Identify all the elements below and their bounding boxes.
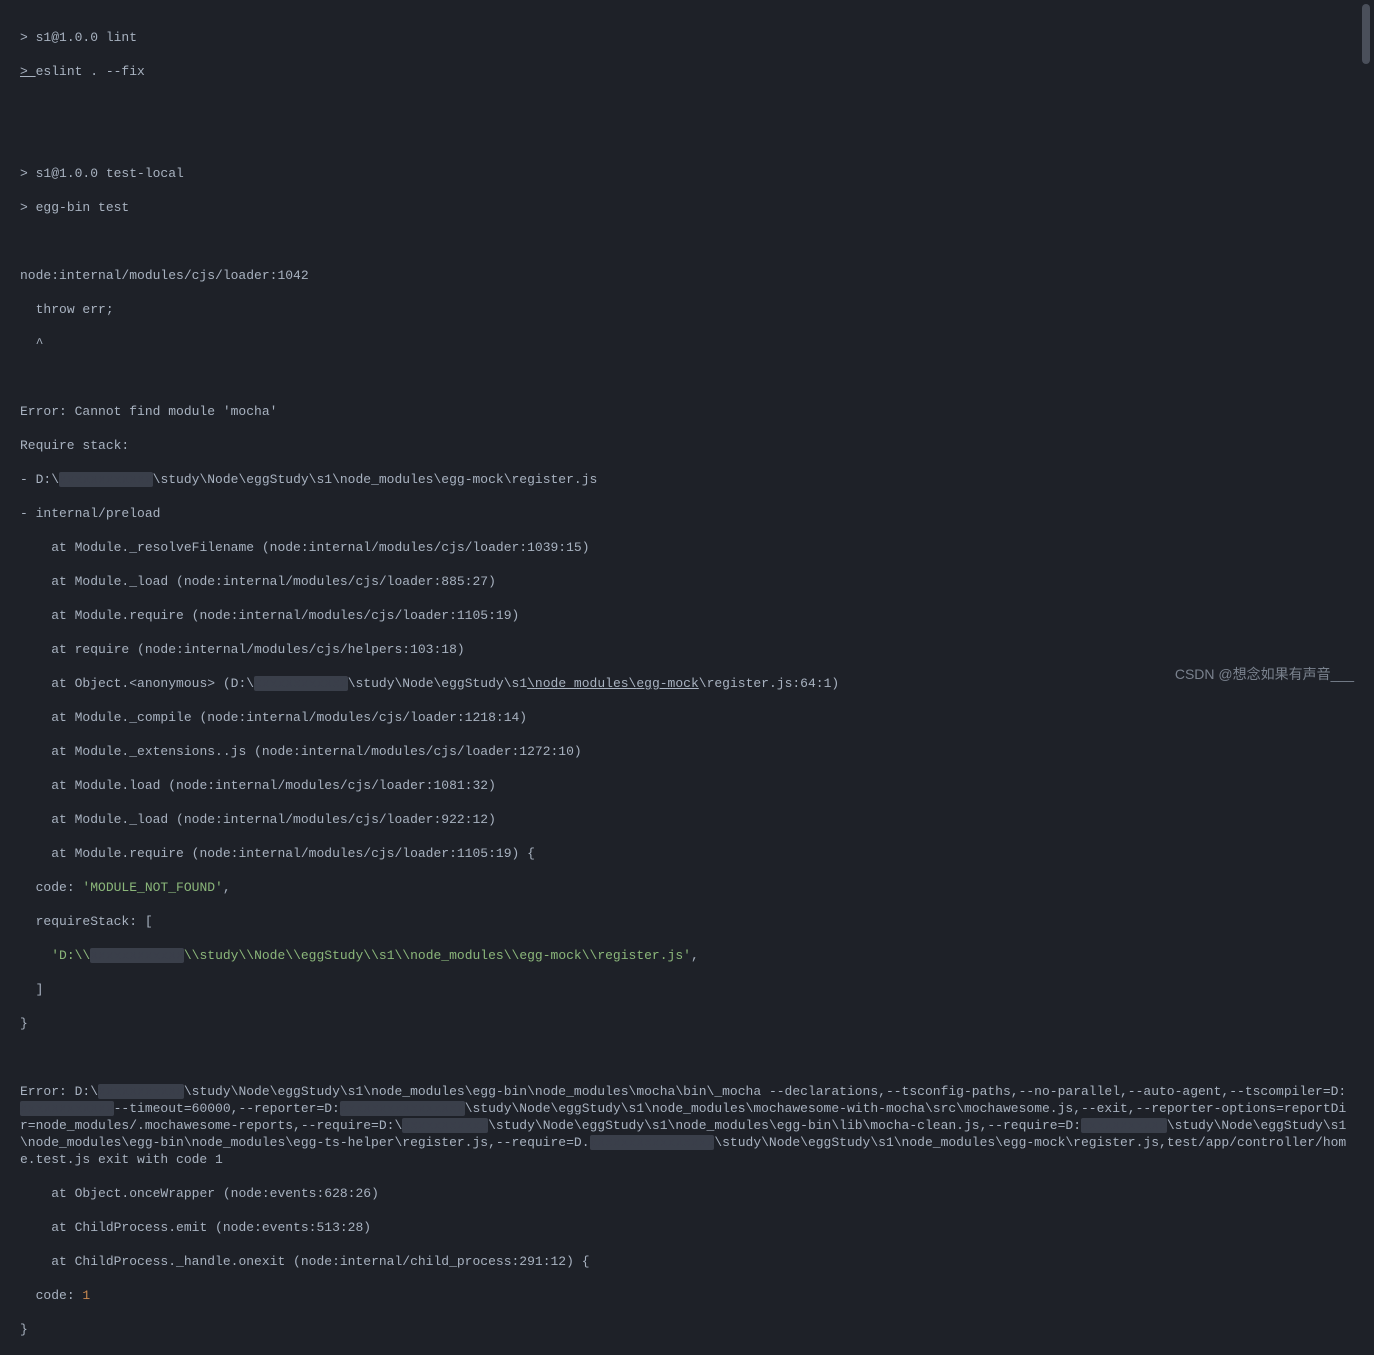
masked-path: xxxxxxxxxxxxxxxx bbox=[590, 1135, 715, 1150]
masked-path: xxxxxxxxxxx bbox=[98, 1084, 184, 1099]
cmd-line: > s1@1.0.0 lint bbox=[20, 29, 1354, 46]
stack-trace: at Module._extensions..js (node:internal… bbox=[20, 743, 1354, 760]
require-stack-close: ] bbox=[20, 981, 1354, 998]
stack-trace: at ChildProcess.emit (node:events:513:28… bbox=[20, 1219, 1354, 1236]
stack-trace: at Module._load (node:internal/modules/c… bbox=[20, 811, 1354, 828]
throw-line: throw err; bbox=[20, 301, 1354, 318]
stack-trace: at Module._load (node:internal/modules/c… bbox=[20, 573, 1354, 590]
stack-path: - internal/preload bbox=[20, 505, 1354, 522]
stack-trace: at Module.load (node:internal/modules/cj… bbox=[20, 777, 1354, 794]
error-code: code: 1 bbox=[20, 1287, 1354, 1304]
error-message: Error: Cannot find module 'mocha' bbox=[20, 403, 1354, 420]
scrollbar-thumb[interactable] bbox=[1362, 4, 1370, 64]
masked-path: xxxxxxxxxxx bbox=[402, 1118, 488, 1133]
cmd-line: > s1@1.0.0 test-local bbox=[20, 165, 1354, 182]
masked-path: xxxxxxxxxxxxxxxx bbox=[340, 1101, 465, 1116]
masked-path: xxxxxxxxxxxx bbox=[254, 676, 348, 691]
brace-close: } bbox=[20, 1321, 1354, 1338]
require-stack-item: 'D:\\xxxxxxxxxxxx\\study\\Node\\eggStudy… bbox=[20, 947, 1354, 964]
cmd-line: > eslint . --fix bbox=[20, 63, 1354, 80]
stack-trace: at Object.<anonymous> (D:\xxxxxxxxxxxx\s… bbox=[20, 675, 1354, 692]
cmd-line: > egg-bin test bbox=[20, 199, 1354, 216]
masked-path: xxxxxxxxxxxx bbox=[20, 1101, 114, 1116]
stack-trace: at require (node:internal/modules/cjs/he… bbox=[20, 641, 1354, 658]
stack-trace: at Module.require (node:internal/modules… bbox=[20, 607, 1354, 624]
brace-close: } bbox=[20, 1015, 1354, 1032]
stack-trace: at Object.onceWrapper (node:events:628:2… bbox=[20, 1185, 1354, 1202]
stack-path: - D:\xxxxxxxxxxxx\study\Node\eggStudy\s1… bbox=[20, 471, 1354, 488]
stack-trace: at Module.require (node:internal/modules… bbox=[20, 845, 1354, 862]
terminal-output: > s1@1.0.0 lint > eslint . --fix > s1@1.… bbox=[20, 12, 1354, 1355]
caret-line: ^ bbox=[20, 335, 1354, 352]
watermark-text: CSDN @想念如果有声音___ bbox=[1175, 666, 1354, 683]
error-long: Error: D:\xxxxxxxxxxx\study\Node\eggStud… bbox=[20, 1083, 1354, 1168]
error-code: code: 'MODULE_NOT_FOUND', bbox=[20, 879, 1354, 896]
loader-line: node:internal/modules/cjs/loader:1042 bbox=[20, 267, 1354, 284]
masked-path: xxxxxxxxxxx bbox=[1081, 1118, 1167, 1133]
masked-path: xxxxxxxxxxxx bbox=[59, 472, 153, 487]
stack-trace: at ChildProcess._handle.onexit (node:int… bbox=[20, 1253, 1354, 1270]
require-stack-label: Require stack: bbox=[20, 437, 1354, 454]
masked-path: xxxxxxxxxxxx bbox=[90, 948, 184, 963]
require-stack-open: requireStack: [ bbox=[20, 913, 1354, 930]
stack-trace: at Module._resolveFilename (node:interna… bbox=[20, 539, 1354, 556]
stack-trace: at Module._compile (node:internal/module… bbox=[20, 709, 1354, 726]
